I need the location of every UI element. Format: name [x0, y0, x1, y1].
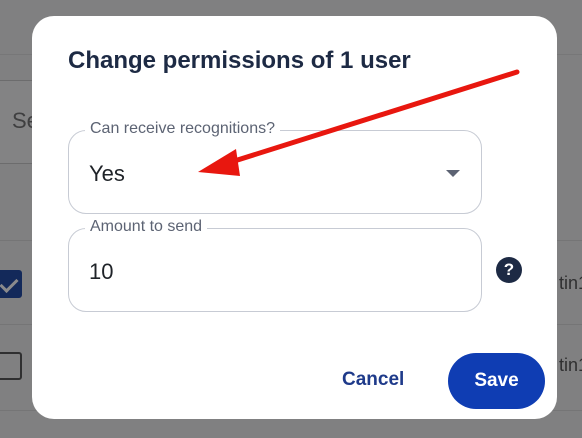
background-row-text: tin1: [558, 273, 582, 293]
background-row-text: tin1: [558, 355, 582, 375]
cancel-button[interactable]: Cancel: [342, 369, 404, 391]
recognitions-label: Can receive recognitions?: [85, 120, 280, 138]
amount-label: Amount to send: [85, 218, 208, 236]
dropdown-caret-icon[interactable]: [446, 170, 460, 177]
row-checkbox-checked: [0, 270, 22, 298]
recognitions-select[interactable]: Can receive recognitions? Yes: [68, 120, 482, 214]
row-checkbox: [0, 352, 22, 380]
recognitions-value: Yes: [89, 161, 125, 186]
dialog-title: Change permissions of 1 user: [68, 47, 411, 74]
amount-field[interactable]: Amount to send 10: [68, 218, 482, 312]
help-icon[interactable]: ?: [496, 257, 522, 283]
save-button[interactable]: Save: [448, 353, 545, 409]
amount-value[interactable]: 10: [89, 259, 113, 285]
permissions-dialog: Change permissions of 1 user Can receive…: [32, 16, 557, 419]
